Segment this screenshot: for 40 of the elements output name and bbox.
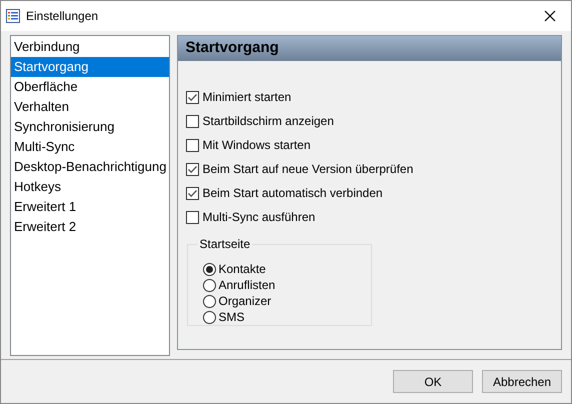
category-item[interactable]: Startvorgang: [11, 57, 170, 77]
checkbox[interactable]: [186, 210, 200, 224]
checkbox[interactable]: [186, 90, 200, 104]
radio-label: Anruflisten: [218, 277, 276, 294]
category-item[interactable]: Verhalten: [11, 97, 170, 117]
list-icon: [6, 9, 20, 23]
checkbox-label: Multi-Sync ausführen: [202, 209, 316, 226]
radio-button[interactable]: [203, 262, 216, 276]
checkbox[interactable]: [186, 138, 200, 152]
checkbox-label: Beim Start automatisch verbinden: [202, 185, 383, 202]
category-item[interactable]: Synchronisierung: [11, 117, 170, 137]
dialog-button[interactable]: Abbrechen: [482, 370, 562, 393]
radio-label: SMS: [218, 309, 244, 326]
dialog-button[interactable]: OK: [393, 370, 473, 393]
window-title: Einstellungen: [26, 8, 98, 25]
radio-button[interactable]: [203, 278, 216, 292]
check-icon: [187, 164, 198, 174]
radio-button[interactable]: [203, 294, 216, 308]
category-item[interactable]: Erweitert 2: [11, 217, 170, 237]
category-item[interactable]: Verbindung: [11, 37, 170, 57]
checkbox-label: Mit Windows starten: [202, 137, 311, 154]
close-icon[interactable]: [544, 10, 556, 22]
checkbox[interactable]: [186, 186, 200, 200]
category-item[interactable]: Desktop-Benachrichtigung: [11, 157, 170, 177]
check-icon: [187, 92, 198, 102]
radio-label: Organizer: [218, 293, 272, 310]
checkbox-label: Beim Start auf neue Version überprüfen: [202, 161, 414, 178]
category-item[interactable]: Multi-Sync: [11, 137, 170, 157]
radio-label: Kontakte: [218, 261, 266, 278]
checkbox-label: Minimiert starten: [202, 89, 292, 106]
category-item[interactable]: Oberfläche: [11, 77, 170, 97]
checkbox[interactable]: [186, 162, 200, 176]
category-item[interactable]: Erweitert 1: [11, 197, 170, 217]
checkbox[interactable]: [186, 114, 200, 128]
group-title: Startseite: [198, 236, 252, 253]
check-icon: [187, 188, 198, 198]
panel-title: Startvorgang: [185, 38, 279, 58]
radio-button[interactable]: [203, 310, 216, 324]
checkbox-label: Startbildschirm anzeigen: [202, 113, 334, 130]
category-item[interactable]: Hotkeys: [11, 177, 170, 197]
